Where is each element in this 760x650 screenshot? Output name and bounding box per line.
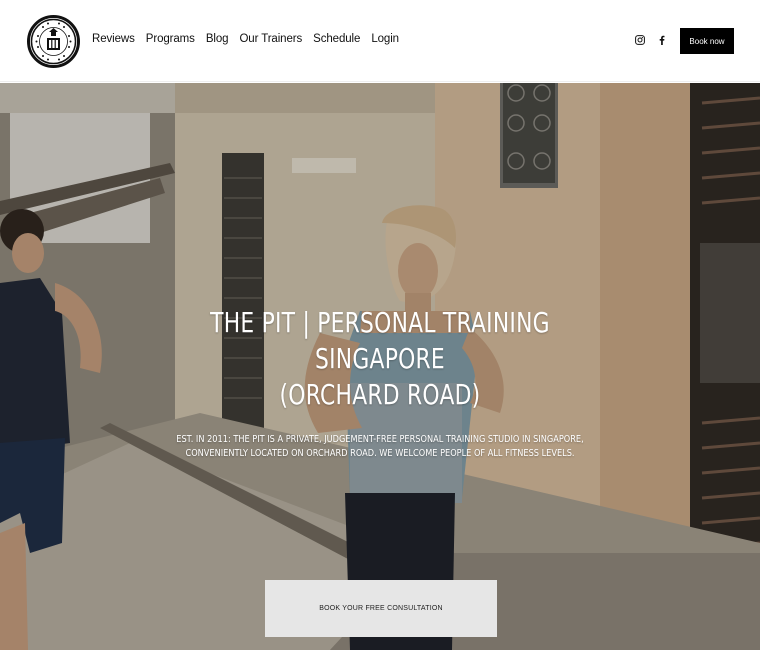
main-nav: Reviews Programs Blog Our Trainers Sched…	[92, 33, 410, 45]
instagram-icon[interactable]	[634, 34, 646, 46]
nav-item-programs[interactable]: Programs	[146, 33, 195, 45]
site-logo[interactable]	[27, 15, 80, 68]
facebook-icon[interactable]	[656, 34, 668, 46]
hero-subtitle-line1: EST. IN 2011: THE PIT IS A PRIVATE, JUDG…	[176, 434, 584, 445]
logo-emblem-icon	[30, 18, 77, 65]
hero-title: THE PIT | PERSONAL TRAINING SINGAPORE (O…	[146, 305, 614, 413]
nav-item-our-trainers[interactable]: Our Trainers	[239, 33, 302, 45]
hero-subtitle-line2: CONVENIENTLY LOCATED ON ORCHARD ROAD. WE…	[185, 448, 575, 459]
hero-title-line2: (ORCHARD ROAD)	[279, 378, 481, 411]
nav-item-schedule[interactable]: Schedule	[313, 33, 360, 45]
hero-title-line1: THE PIT | PERSONAL TRAINING SINGAPORE	[210, 306, 550, 375]
site-header: Reviews Programs Blog Our Trainers Sched…	[0, 0, 760, 82]
hero-section: THE PIT | PERSONAL TRAINING SINGAPORE (O…	[0, 83, 760, 650]
nav-item-login[interactable]: Login	[371, 33, 399, 45]
book-now-button[interactable]: Book now	[680, 28, 734, 54]
book-consultation-button[interactable]: BOOK YOUR FREE CONSULTATION	[265, 580, 497, 637]
nav-item-blog[interactable]: Blog	[206, 33, 229, 45]
nav-item-reviews[interactable]: Reviews	[92, 33, 135, 45]
hero-subtitle: EST. IN 2011: THE PIT IS A PRIVATE, JUDG…	[175, 433, 585, 461]
